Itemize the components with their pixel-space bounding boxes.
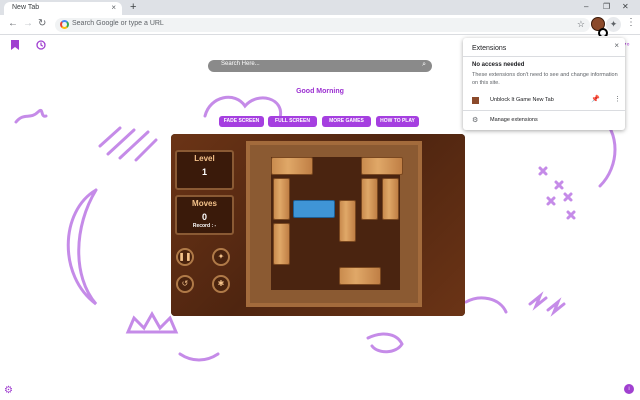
reload-button[interactable]: ↻ — [38, 18, 46, 29]
wood-block[interactable] — [271, 157, 313, 175]
tab-title: New Tab — [12, 4, 40, 11]
window-close-button[interactable]: ✕ — [622, 2, 629, 11]
bulb-icon[interactable]: ✦ — [212, 248, 230, 266]
how-to-play-label: HOW TO PLAY — [380, 118, 415, 124]
search-input[interactable]: Search Here... ⌕ — [208, 60, 432, 72]
divider — [463, 56, 625, 57]
gear-icon: ⚙ — [472, 117, 479, 124]
wood-block[interactable] — [339, 267, 381, 285]
wood-block[interactable] — [382, 178, 399, 220]
no-access-description: These extensions don't need to see and c… — [472, 72, 618, 86]
tab-close-icon[interactable]: × — [111, 3, 116, 12]
level-value: 1 — [201, 167, 207, 177]
search-placeholder: Search Here... — [221, 61, 260, 67]
fade-screen-button[interactable]: FADE SCREEN — [219, 116, 264, 127]
wood-block[interactable] — [361, 157, 403, 175]
pause-icon[interactable]: ❚❚ — [176, 248, 194, 266]
level-panel: Level 1 — [175, 150, 234, 190]
how-to-play-button[interactable]: HOW TO PLAY — [376, 116, 419, 127]
settings-icon[interactable]: ✱ — [212, 275, 230, 293]
extension-name[interactable]: Unblock It Game New Tab — [490, 97, 554, 103]
new-tab-button[interactable]: + — [130, 1, 136, 13]
extensions-title: Extensions — [472, 45, 507, 52]
moves-label: Moves — [192, 199, 217, 208]
puzzle-board — [246, 141, 422, 307]
omnibox[interactable]: Search Google or type a URL ☆ — [55, 18, 590, 32]
moves-value: 0 — [201, 212, 207, 222]
minimize-button[interactable]: – — [584, 2, 588, 11]
more-games-label: MORE GAMES — [329, 118, 364, 124]
more-options-icon[interactable]: ⋮ — [614, 95, 621, 103]
tab-new-tab[interactable]: New Tab × — [4, 2, 122, 15]
omnibox-placeholder: Search Google or type a URL — [72, 20, 164, 27]
restore-button[interactable]: ❐ — [603, 2, 610, 11]
full-screen-label: FULL SCREEN — [275, 118, 310, 124]
game-frame[interactable]: Level 1 Moves 0 Record : - ❚❚ ✦ ↺ ✱ — [171, 134, 465, 316]
history-icon[interactable] — [36, 40, 46, 50]
bookmark-icon[interactable] — [11, 40, 19, 50]
info-badge-icon[interactable]: i — [624, 384, 634, 394]
board-grid — [271, 157, 403, 290]
forward-button[interactable]: → — [23, 18, 33, 29]
divider — [463, 110, 625, 111]
target-block[interactable] — [293, 200, 335, 218]
no-access-heading: No access needed — [472, 62, 525, 68]
popup-close-icon[interactable]: × — [614, 41, 619, 50]
search-icon[interactable]: ⌕ — [422, 61, 426, 69]
extension-icon — [472, 97, 479, 104]
fade-screen-label: FADE SCREEN — [223, 118, 260, 124]
google-icon — [60, 20, 69, 29]
wood-block[interactable] — [273, 223, 290, 265]
restart-icon[interactable]: ↺ — [176, 275, 194, 293]
chrome-menu-icon[interactable]: ⋮ — [626, 18, 636, 28]
full-screen-button[interactable]: FULL SCREEN — [268, 116, 317, 127]
extensions-popup: Extensions × No access needed These exte… — [463, 38, 625, 130]
wood-block[interactable] — [339, 200, 356, 242]
more-games-button[interactable]: MORE GAMES — [322, 116, 371, 127]
moves-panel: Moves 0 Record : - — [175, 195, 234, 235]
tab-strip: New Tab × + – ❐ ✕ — [0, 0, 640, 15]
pin-icon[interactable]: 📌 — [591, 95, 600, 103]
bookmark-star-icon[interactable]: ☆ — [577, 19, 585, 30]
level-label: Level — [194, 154, 215, 163]
back-button[interactable]: ← — [8, 18, 18, 29]
wood-block[interactable] — [273, 178, 290, 220]
manage-extensions-link[interactable]: Manage extensions — [490, 117, 538, 123]
wood-block[interactable] — [361, 178, 378, 220]
browser-toolbar: ← → ↻ Search Google or type a URL ☆ — [0, 15, 640, 35]
record-text: Record : - — [192, 223, 217, 229]
settings-gear-icon[interactable]: ⚙ — [4, 385, 13, 396]
